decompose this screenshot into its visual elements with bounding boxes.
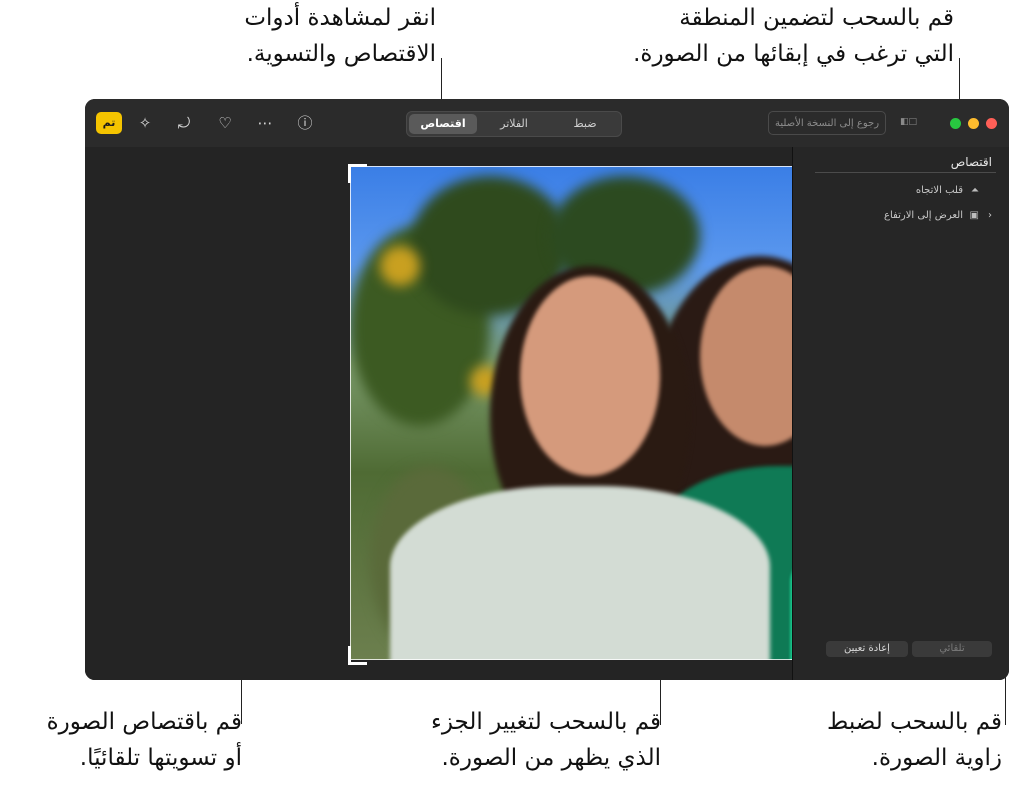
- zoom-button[interactable]: [950, 118, 961, 129]
- callout-line: التي ترغب في إبقائها من الصورة.: [633, 41, 954, 67]
- sidebar-divider: [815, 172, 996, 173]
- chevron-right-icon[interactable]: ›: [988, 210, 992, 221]
- tab-filters[interactable]: الفلاتر: [480, 114, 548, 134]
- aspect-item-label: العرض إلى الارتفاع: [884, 210, 963, 221]
- photos-edit-window: تم ✧ ⤾ ♡ ⋯ ⓘ اقتصاص الفلاتر ضبط رجوع إلى…: [85, 99, 1009, 680]
- callout-angle: قم بالسحب لضبط زاوية الصورة.: [827, 704, 1002, 776]
- toolbar: تم ✧ ⤾ ♡ ⋯ ⓘ اقتصاص الفلاتر ضبط رجوع إلى…: [85, 99, 1009, 148]
- flip-item[interactable]: ⏶ قلب الاتجاه: [916, 185, 979, 196]
- callout-drag-photo: قم بالسحب لتغيير الجزء الذي يظهر من الصو…: [431, 704, 661, 776]
- callout-line: قم بالسحب لتغيير الجزء: [431, 709, 661, 735]
- flip-item-label: قلب الاتجاه: [915, 185, 963, 196]
- callout-line: انقر لمشاهدة أدوات: [244, 5, 436, 31]
- callout-crop-tab: انقر لمشاهدة أدوات الاقتصاص والتسوية.: [244, 0, 436, 72]
- callout-line: قم باقتصاص الصورة: [46, 709, 242, 735]
- aspect-ratio-item[interactable]: ▣ العرض إلى الارتفاع: [884, 210, 979, 221]
- callout-line: قم بالسحب لضبط: [826, 709, 1002, 735]
- crop-sidebar: اقتصاص ⏶قلب الاتجاه ▣العرض إلى الارتفاع …: [792, 147, 1009, 680]
- sidebar-title: اقتصاص: [950, 155, 992, 169]
- callout-line: زاوية الصورة.: [871, 745, 1002, 771]
- edit-mode-tabs: اقتصاص الفلاتر ضبط: [406, 111, 622, 137]
- revert-to-original-button[interactable]: رجوع إلى النسخة الأصلية: [768, 111, 886, 135]
- callout-line: قم بالسحب لتضمين المنطقة: [679, 5, 954, 31]
- crop-handle-top-left[interactable]: [348, 164, 367, 183]
- more-icon[interactable]: ⋯: [256, 114, 274, 132]
- magic-wand-icon[interactable]: ✧: [136, 114, 154, 132]
- minimize-button[interactable]: [968, 118, 979, 129]
- compare-toggle-icon[interactable]: ◧□: [900, 117, 922, 129]
- tab-adjust[interactable]: ضبط: [551, 114, 619, 134]
- close-button[interactable]: [986, 118, 997, 129]
- crop-handle-bottom-left[interactable]: [348, 646, 367, 665]
- callout-line: الاقتصاص والتسوية.: [246, 41, 436, 67]
- photo-canvas[interactable]: 10 5 0 5 10: [85, 147, 1004, 680]
- callout-drag-crop: قم بالسحب لتضمين المنطقة التي ترغب في إب…: [633, 0, 954, 72]
- aspect-icon: ▣: [969, 210, 979, 221]
- rotate-icon[interactable]: ⤾: [175, 114, 193, 132]
- tab-crop[interactable]: اقتصاص: [409, 114, 477, 134]
- callout-auto-crop: قم باقتصاص الصورة أو تسويتها تلقائيًا.: [47, 704, 242, 776]
- callout-line: أو تسويتها تلقائيًا.: [79, 745, 242, 771]
- flip-icon: ⏶: [971, 185, 979, 196]
- heart-icon[interactable]: ♡: [216, 114, 234, 132]
- reset-button[interactable]: إعادة تعيين: [826, 641, 908, 657]
- info-icon[interactable]: ⓘ: [296, 114, 314, 132]
- auto-button[interactable]: تلقائي: [912, 641, 992, 657]
- callout-line: الذي يظهر من الصورة.: [441, 745, 662, 771]
- done-button[interactable]: تم: [96, 112, 122, 134]
